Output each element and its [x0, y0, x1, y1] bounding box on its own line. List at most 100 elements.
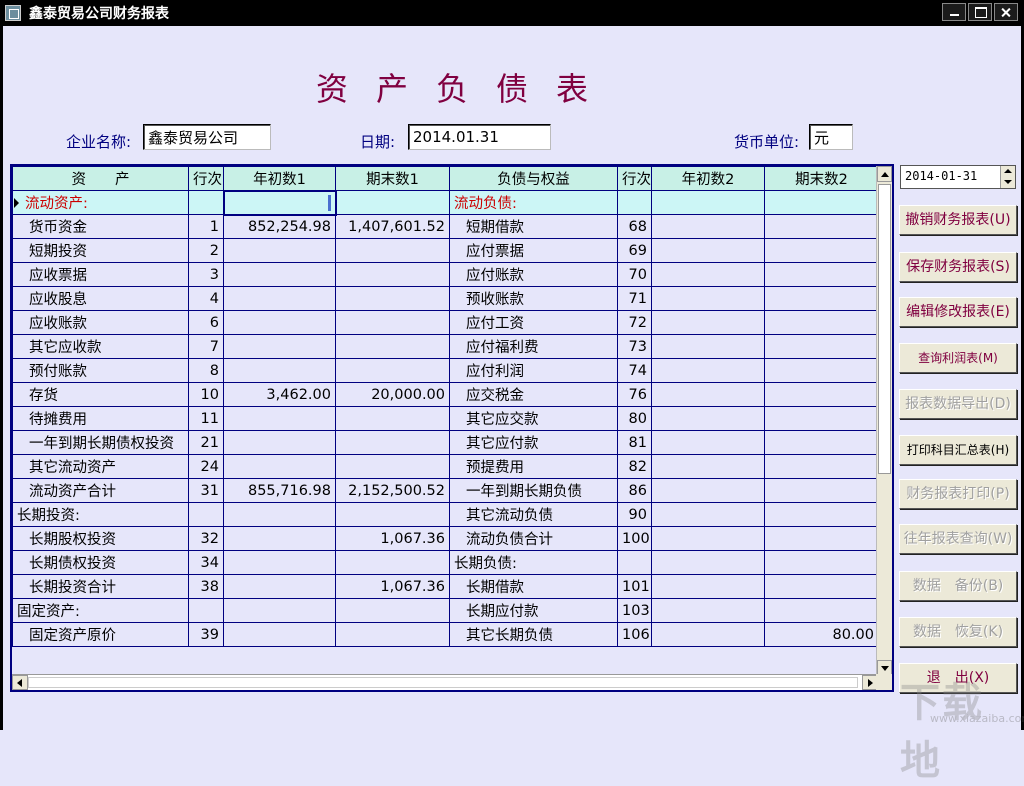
liability-line-no[interactable]: 76 [617, 382, 652, 407]
asset-name[interactable]: 货币资金 [12, 214, 189, 239]
table-row[interactable]: 应收账款 6 应付工资 72 [12, 310, 879, 335]
asset-name[interactable]: 应收票据 [12, 262, 189, 287]
asset-name[interactable]: 长期投资合计 [12, 574, 189, 599]
asset-line-no[interactable]: 39 [188, 622, 224, 647]
asset-line-no[interactable]: 34 [188, 550, 224, 575]
asset-line-no[interactable]: 38 [188, 574, 224, 599]
vertical-scroll-thumb[interactable] [878, 184, 891, 474]
asset-line-no[interactable]: 2 [188, 238, 224, 263]
liability-end[interactable] [764, 550, 879, 575]
liability-begin[interactable] [651, 238, 765, 263]
asset-name[interactable]: 待摊费用 [12, 406, 189, 431]
liability-line-no[interactable]: 80 [617, 406, 652, 431]
liability-line-no[interactable]: 69 [617, 238, 652, 263]
restore-button[interactable]: 数据 恢复(K) [899, 617, 1017, 647]
asset-line-no[interactable] [188, 598, 224, 623]
asset-end[interactable]: 20,000.00 [335, 382, 450, 407]
asset-begin[interactable] [223, 334, 336, 359]
scroll-left-icon[interactable] [12, 675, 28, 690]
close-icon[interactable] [994, 3, 1018, 21]
asset-end[interactable] [335, 334, 450, 359]
table-row[interactable]: 长期投资合计 38 1,067.36 长期借款 101 [12, 574, 879, 599]
table-row[interactable]: 固定资产: 长期应付款 103 [12, 598, 879, 623]
liability-line-no[interactable]: 68 [617, 214, 652, 239]
asset-begin[interactable] [223, 622, 336, 647]
asset-begin[interactable] [223, 574, 336, 599]
liability-begin[interactable] [651, 622, 765, 647]
liability-begin[interactable] [651, 406, 765, 431]
liability-name[interactable]: 应付福利费 [449, 334, 618, 359]
vertical-scrollbar[interactable] [876, 166, 892, 676]
asset-line-no[interactable]: 10 [188, 382, 224, 407]
asset-begin[interactable] [223, 550, 336, 575]
table-row[interactable]: 货币资金 1 852,254.98 1,407,601.52 短期借款 68 [12, 214, 879, 239]
table-row[interactable]: 其它应收款 7 应付福利费 73 [12, 334, 879, 359]
asset-end[interactable] [335, 406, 450, 431]
liability-end[interactable] [764, 454, 879, 479]
liability-name[interactable]: 其它应付款 [449, 430, 618, 455]
asset-name[interactable]: 固定资产原价 [12, 622, 189, 647]
table-row[interactable]: 预付账款 8 应付利润 74 [12, 358, 879, 383]
table-row[interactable]: 长期投资: 其它流动负债 90 [12, 502, 879, 527]
asset-begin[interactable] [223, 286, 336, 311]
liability-begin[interactable] [651, 454, 765, 479]
horizontal-scrollbar[interactable] [12, 674, 878, 690]
asset-name[interactable]: 流动资产: [12, 190, 189, 215]
asset-begin[interactable]: 3,462.00 [223, 382, 336, 407]
table-row[interactable]: 短期投资 2 应付票据 69 [12, 238, 879, 263]
liability-line-no[interactable]: 106 [617, 622, 652, 647]
liability-end[interactable] [764, 598, 879, 623]
asset-end[interactable]: 1,407,601.52 [335, 214, 450, 239]
table-row[interactable]: 存货 10 3,462.00 20,000.00 应交税金 76 [12, 382, 879, 407]
asset-end[interactable] [335, 430, 450, 455]
liability-name[interactable]: 短期借款 [449, 214, 618, 239]
export-data-button[interactable]: 报表数据导出(D) [899, 389, 1017, 419]
liability-line-no[interactable]: 72 [617, 310, 652, 335]
asset-line-no[interactable]: 8 [188, 358, 224, 383]
table-row[interactable]: 固定资产原价 39 其它长期负债 106 80.00 [12, 622, 879, 647]
table-row[interactable]: 长期债权投资 34 长期负债: [12, 550, 879, 575]
table-row[interactable]: 流动资产合计 31 855,716.98 2,152,500.52 一年到期长期负债 86 [12, 478, 879, 503]
liability-name[interactable]: 应付工资 [449, 310, 618, 335]
asset-end[interactable] [335, 286, 450, 311]
liability-line-no[interactable]: 73 [617, 334, 652, 359]
asset-name[interactable]: 一年到期长期债权投资 [12, 430, 189, 455]
liability-line-no[interactable]: 101 [617, 574, 652, 599]
liability-line-no[interactable]: 90 [617, 502, 652, 527]
liability-begin[interactable] [651, 310, 765, 335]
liability-begin[interactable] [651, 574, 765, 599]
liability-end[interactable] [764, 334, 879, 359]
asset-begin[interactable] [223, 406, 336, 431]
liability-begin[interactable] [651, 190, 765, 215]
asset-end[interactable] [335, 310, 450, 335]
print-report-button[interactable]: 财务报表打印(P) [899, 479, 1017, 509]
asset-line-no[interactable] [188, 190, 224, 215]
asset-end[interactable] [335, 550, 450, 575]
asset-name[interactable]: 预付账款 [12, 358, 189, 383]
liability-begin[interactable] [651, 358, 765, 383]
liability-name[interactable]: 流动负债: [449, 190, 618, 215]
liability-name[interactable]: 流动负债合计 [449, 526, 618, 551]
asset-name[interactable]: 应收股息 [12, 286, 189, 311]
asset-begin[interactable] [223, 238, 336, 263]
asset-name[interactable]: 固定资产: [12, 598, 189, 623]
liability-begin[interactable] [651, 526, 765, 551]
asset-end[interactable] [335, 190, 450, 215]
table-row[interactable]: 应收股息 4 预收账款 71 [12, 286, 879, 311]
asset-end[interactable] [335, 454, 450, 479]
liability-line-no[interactable]: 71 [617, 286, 652, 311]
asset-end[interactable]: 2,152,500.52 [335, 478, 450, 503]
liability-begin[interactable] [651, 502, 765, 527]
asset-name[interactable]: 其它应收款 [12, 334, 189, 359]
liability-line-no[interactable]: 70 [617, 262, 652, 287]
asset-begin[interactable]: 855,716.98 [223, 478, 336, 503]
liability-line-no[interactable]: 103 [617, 598, 652, 623]
liability-end[interactable] [764, 310, 879, 335]
liability-end[interactable] [764, 238, 879, 263]
liability-begin[interactable] [651, 334, 765, 359]
table-row[interactable]: 一年到期长期债权投资 21 其它应付款 81 [12, 430, 879, 455]
liability-name[interactable]: 预收账款 [449, 286, 618, 311]
liability-end[interactable] [764, 574, 879, 599]
table-row[interactable]: 流动资产: 流动负债: [12, 189, 879, 216]
asset-line-no[interactable]: 24 [188, 454, 224, 479]
